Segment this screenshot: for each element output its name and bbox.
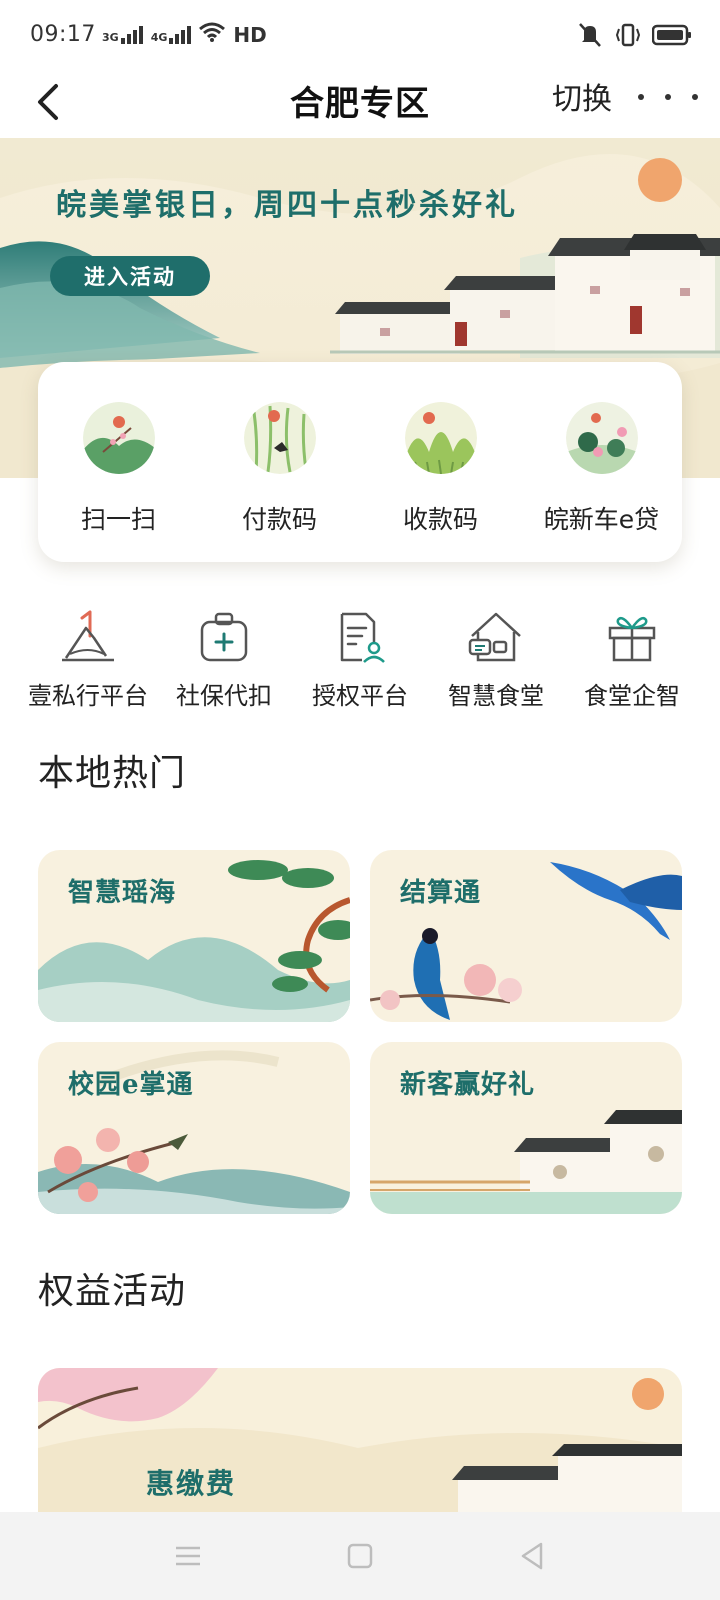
system-nav-bar xyxy=(0,1512,720,1600)
more-dot-icon xyxy=(638,94,644,100)
enter-activity-button[interactable]: 进入活动 xyxy=(50,256,210,296)
tile-label: 结算通 xyxy=(400,878,482,908)
service-label: 食堂企智 xyxy=(584,682,680,710)
services-row: 壹私行平台 社保代扣 授权平台 智慧食堂 食堂企智 xyxy=(20,610,700,711)
nav-bar: 合肥专区 切换 xyxy=(0,70,720,138)
quick-actions-card: 扫一扫 付款码 收款码 皖新车e贷 xyxy=(38,362,682,562)
promo-landscape-illustration xyxy=(38,1368,682,1513)
car-loan-icon xyxy=(565,402,638,474)
banner-title: 皖美掌银日，周四十点秒杀好礼 xyxy=(56,188,518,223)
tile-smart-yaohai[interactable]: 智慧瑶海 xyxy=(38,850,350,1022)
home-key-button[interactable] xyxy=(340,1536,380,1576)
quick-action-scan[interactable]: 扫一扫 xyxy=(38,362,199,562)
wifi-icon xyxy=(199,22,226,47)
menu-key-button[interactable] xyxy=(168,1536,208,1576)
more-options-button[interactable] xyxy=(638,82,698,112)
section-title-local-hot: 本地热门 xyxy=(38,753,187,794)
quick-action-label: 付款码 xyxy=(241,505,317,534)
page-title: 合肥专区 xyxy=(290,84,430,124)
quick-action-car-loan[interactable]: 皖新车e贷 xyxy=(521,362,682,562)
service-label: 社保代扣 xyxy=(176,682,272,710)
service-authorization[interactable]: 授权平台 xyxy=(292,610,428,711)
quick-action-label: 收款码 xyxy=(402,505,478,534)
service-canteen-enterprise[interactable]: 食堂企智 xyxy=(564,610,700,711)
signal-indicators: 3G 4G HD xyxy=(102,22,267,47)
house-chat-icon xyxy=(468,610,524,666)
receive-code-icon xyxy=(404,402,477,474)
gift-icon xyxy=(604,610,660,666)
promo-bill-payment[interactable]: 惠缴费 xyxy=(38,1368,682,1513)
menu-lines-icon xyxy=(176,1546,200,1566)
quick-action-label: 皖新车e贷 xyxy=(543,505,660,534)
tile-label: 新客赢好礼 xyxy=(400,1070,536,1100)
signal-3g-label: 3G xyxy=(102,30,119,44)
status-time: 09:17 xyxy=(30,22,96,47)
status-right-icons xyxy=(576,22,692,52)
promo-label: 惠缴费 xyxy=(146,1467,237,1500)
mute-vibrate-icon xyxy=(576,22,604,52)
service-label: 智慧食堂 xyxy=(448,682,544,710)
tile-campus-e[interactable]: 校园e掌通 xyxy=(38,1042,350,1214)
tile-new-customer[interactable]: 新客赢好礼 xyxy=(370,1042,682,1214)
more-dot-icon xyxy=(692,94,698,100)
switch-button[interactable]: 切换 xyxy=(552,74,612,118)
service-label: 授权平台 xyxy=(312,682,408,710)
signal-4g-icon: 4G xyxy=(150,25,192,44)
service-private-bank[interactable]: 壹私行平台 xyxy=(20,610,156,711)
back-triangle-icon xyxy=(521,1542,543,1570)
service-label: 壹私行平台 xyxy=(28,682,148,710)
vibrate-icon xyxy=(614,23,642,51)
tile-label: 校园e掌通 xyxy=(68,1070,194,1100)
document-user-icon xyxy=(332,610,388,666)
service-social-security[interactable]: 社保代扣 xyxy=(156,610,292,711)
status-bar: 09:17 3G 4G HD xyxy=(0,0,720,70)
pay-code-icon xyxy=(243,402,316,474)
service-smart-canteen[interactable]: 智慧食堂 xyxy=(428,610,564,711)
medical-kit-icon xyxy=(196,610,252,666)
private-bank-icon xyxy=(60,610,116,666)
quick-action-label: 扫一扫 xyxy=(80,505,156,534)
home-square-icon xyxy=(347,1543,373,1569)
section-title-benefits: 权益活动 xyxy=(38,1271,187,1312)
more-dot-icon xyxy=(665,94,671,100)
hd-label: HD xyxy=(233,22,267,47)
signal-4g-label: 4G xyxy=(150,30,168,44)
quick-action-pay-code[interactable]: 付款码 xyxy=(199,362,360,562)
quick-action-receive-code[interactable]: 收款码 xyxy=(360,362,521,562)
tile-settlement[interactable]: 结算通 xyxy=(370,850,682,1022)
tile-label: 智慧瑶海 xyxy=(68,878,177,908)
back-key-button[interactable] xyxy=(512,1536,552,1576)
signal-3g-icon: 3G xyxy=(102,25,143,44)
scan-icon xyxy=(82,402,155,474)
battery-icon xyxy=(651,24,692,50)
